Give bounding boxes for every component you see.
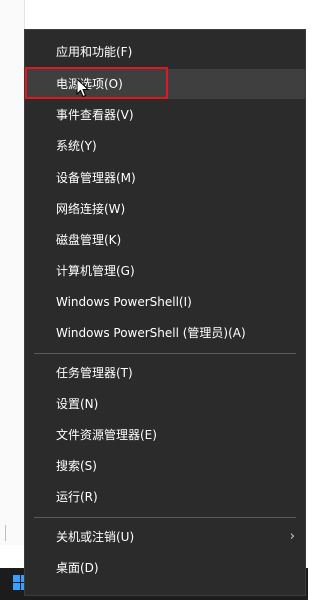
menu-item-label: 系统(Y) <box>56 139 97 153</box>
menu-item-apps-and-features[interactable]: 应用和功能(F) <box>25 37 305 67</box>
menu-item-label: 应用和功能(F) <box>56 45 133 59</box>
menu-item-label: 计算机管理(G) <box>56 264 135 278</box>
menu-item-desktop[interactable]: 桌面(D) <box>25 553 305 583</box>
menu-item-computer-management[interactable]: 计算机管理(G) <box>25 256 305 286</box>
menu-item-run[interactable]: 运行(R) <box>25 482 305 512</box>
menu-item-label: Windows PowerShell(I) <box>56 295 192 309</box>
menu-item-settings[interactable]: 设置(N) <box>25 389 305 419</box>
menu-item-disk-management[interactable]: 磁盘管理(K) <box>25 225 305 255</box>
winx-context-menu: 应用和功能(F) 电源选项(O) 事件查看器(V) 系统(Y) 设备管理器(M)… <box>24 29 306 596</box>
menu-item-event-viewer[interactable]: 事件查看器(V) <box>25 100 305 130</box>
menu-separator <box>34 517 296 518</box>
menu-item-search[interactable]: 搜索(S) <box>25 451 305 481</box>
menu-item-system[interactable]: 系统(Y) <box>25 131 305 161</box>
menu-item-network-connections[interactable]: 网络连接(W) <box>25 194 305 224</box>
menu-item-label: 网络连接(W) <box>56 202 126 216</box>
mouse-pointer-icon <box>76 78 90 98</box>
menu-item-label: 事件查看器(V) <box>56 108 134 122</box>
menu-item-label: 设备管理器(M) <box>56 171 136 185</box>
menu-item-shutdown-signout[interactable]: 关机或注销(U) › <box>25 522 305 552</box>
background-document-divider <box>5 525 20 541</box>
menu-item-label: 磁盘管理(K) <box>56 233 122 247</box>
screen: 应用和功能(F) 电源选项(O) 事件查看器(V) 系统(Y) 设备管理器(M)… <box>0 0 308 600</box>
menu-item-file-explorer[interactable]: 文件资源管理器(E) <box>25 420 305 450</box>
menu-item-powershell-admin[interactable]: Windows PowerShell (管理员)(A) <box>25 318 305 348</box>
menu-item-power-options[interactable]: 电源选项(O) <box>25 69 305 99</box>
menu-item-device-manager[interactable]: 设备管理器(M) <box>25 163 305 193</box>
menu-separator <box>34 353 296 354</box>
menu-item-label: 文件资源管理器(E) <box>56 428 157 442</box>
menu-item-label: 桌面(D) <box>56 561 99 575</box>
background-document-edge <box>0 0 25 545</box>
menu-item-label: 搜索(S) <box>56 459 97 473</box>
menu-item-task-manager[interactable]: 任务管理器(T) <box>25 358 305 388</box>
menu-item-label: Windows PowerShell (管理员)(A) <box>56 326 246 340</box>
menu-item-powershell[interactable]: Windows PowerShell(I) <box>25 287 305 317</box>
chevron-right-icon: › <box>289 529 295 544</box>
menu-item-label: 运行(R) <box>56 490 98 504</box>
menu-item-label: 任务管理器(T) <box>56 366 133 380</box>
menu-item-label: 关机或注销(U) <box>56 530 135 544</box>
menu-item-label: 设置(N) <box>56 397 99 411</box>
